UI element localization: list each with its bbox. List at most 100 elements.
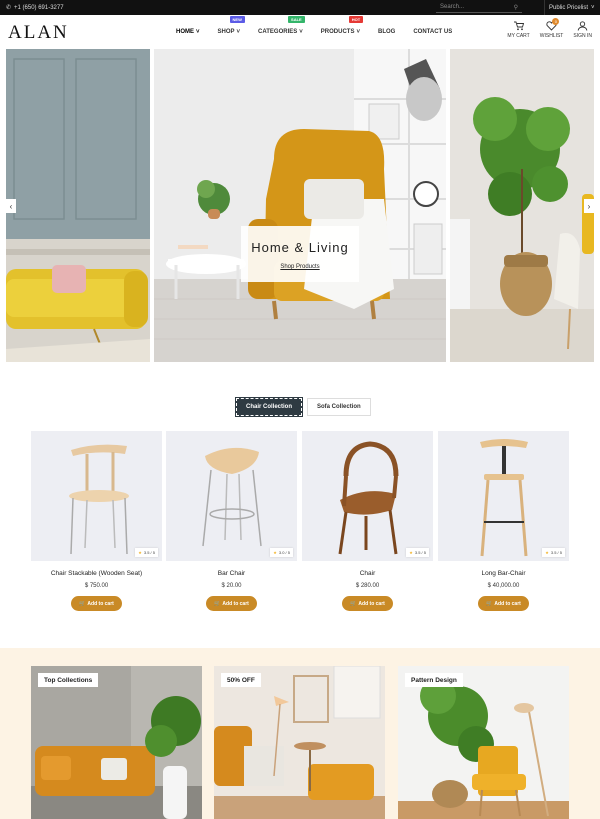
phone-icon: ✆ [6, 5, 12, 11]
nav-item-shop[interactable]: NEW SHOP ˅ [217, 16, 245, 35]
shop-products-link[interactable]: Shop Products [280, 264, 319, 270]
product-image[interactable]: ★ 3.5 / 5 [302, 431, 433, 561]
sale-badge: SALE [288, 16, 305, 23]
main-header: ALAN HOME ˅ NEW SHOP ˅ SALE CATEGORIES ˅… [0, 15, 600, 49]
hero-next-arrow[interactable]: › [584, 199, 594, 213]
chevron-right-icon: › [587, 201, 591, 211]
rating-badge: ★ 3.5 / 5 [135, 548, 158, 557]
cart-icon: 🛒 [79, 600, 86, 607]
rating-badge: ★ 3.5 / 5 [406, 548, 429, 557]
product-image[interactable]: ★ 3.5 / 5 [31, 431, 162, 561]
product-card[interactable]: ★ 3.0 / 5 Bar Chair $ 20.00 🛒 Add to cart [166, 431, 297, 611]
product-image[interactable]: ★ 3.0 / 5 [166, 431, 297, 561]
nav-label: HOME [176, 29, 194, 35]
product-name[interactable]: Bar Chair [166, 570, 297, 577]
search-placeholder: Search... [440, 4, 465, 10]
user-icon [577, 21, 588, 31]
site-logo[interactable]: ALAN [8, 22, 69, 44]
product-price: $ 280.00 [355, 583, 380, 589]
product-card[interactable]: ★ 3.5 / 5 Chair $ 280.00 🛒 Add to cart [302, 431, 433, 611]
cart-icon [514, 21, 525, 31]
search-icon[interactable]: ⚲ [514, 4, 518, 11]
yellow-armchair-image [154, 49, 446, 362]
rating-badge: ★ 3.0 / 5 [270, 548, 293, 557]
nav-item-blog[interactable]: BLOG [378, 29, 395, 35]
cart-icon: 🛒 [486, 600, 493, 607]
star-icon: ★ [409, 550, 413, 555]
product-name[interactable]: Long Bar-Chair [438, 570, 569, 577]
product-image[interactable]: ★ 3.5 / 5 [438, 431, 569, 561]
star-icon: ★ [545, 550, 549, 555]
pricelist-label: Public Pricelist [549, 4, 589, 11]
sign-in-button[interactable]: SIGN IN [573, 21, 592, 39]
product-card[interactable]: ★ 3.5 / 5 Chair Stackable (Wooden Seat) $… [31, 431, 162, 611]
nav-label: SHOP [217, 29, 235, 35]
collection-tabs: Chair Collection Sofa Collection [234, 397, 371, 417]
add-to-cart-button[interactable]: 🛒 Add to cart [478, 596, 529, 611]
hero-image-left [6, 49, 150, 362]
nav-label: BLOG [377, 29, 396, 35]
wishlist-count: 0 [552, 18, 560, 25]
long-bar-chair-image [479, 439, 528, 557]
plant-and-chair-image [450, 49, 594, 362]
bar-chair-image [201, 447, 262, 547]
product-card[interactable]: ★ 3.5 / 5 Long Bar-Chair $ 40,000.00 🛒 Add… [438, 431, 569, 611]
my-cart-button[interactable]: MY CART [507, 21, 530, 39]
nav-label: CATEGORIES [258, 29, 298, 35]
rating-value: 3.5 / 5 [414, 550, 426, 555]
promo-label: 50% OFF [221, 673, 261, 687]
tab-sofa-collection[interactable]: Sofa Collection [307, 398, 371, 416]
hero-slider: ‹ › Home & Living Shop Products [6, 49, 594, 362]
rating-value: 3.5 / 5 [550, 550, 562, 555]
orange-sofa-image [31, 666, 202, 819]
living-room-sale-image [214, 666, 385, 819]
promo-label: Pattern Design [405, 673, 463, 687]
nav-item-contact[interactable]: CONTACT US [413, 29, 452, 35]
nav-item-categories[interactable]: SALE CATEGORIES ˅ [258, 16, 305, 35]
rating-badge: ★ 3.5 / 5 [542, 548, 565, 557]
chevron-left-icon: ‹ [9, 201, 13, 211]
header-icons: MY CART 0 WISHLIST SIGN IN [507, 18, 592, 39]
nav-label: CONTACT US [413, 29, 453, 35]
chevron-down-icon: ˅ [299, 29, 303, 35]
promo-tile-top-collections[interactable]: Top Collections [31, 666, 202, 819]
wishlist-button[interactable]: 0 WISHLIST [539, 18, 564, 39]
product-price: $ 750.00 [84, 583, 109, 589]
chevron-down-icon: ˅ [196, 29, 200, 35]
top-bar: ✆ +1 (650) 691-3277 Search... ⚲ Public P… [0, 0, 600, 15]
pricelist-dropdown[interactable]: Public Pricelist ˅ [544, 0, 595, 15]
promo-label: Top Collections [38, 673, 99, 687]
nav-item-products[interactable]: HOT PRODUCTS ˅ [321, 16, 364, 35]
phone-contact[interactable]: ✆ +1 (650) 691-3277 [6, 4, 64, 12]
signin-label: SIGN IN [573, 33, 592, 39]
search-input[interactable]: Search... ⚲ [436, 2, 522, 13]
promo-tile-sale[interactable]: 50% OFF [214, 666, 385, 819]
promo-section: Top Collections 50% OFF Pattern Design [0, 648, 600, 819]
nav-item-home[interactable]: HOME ˅ [176, 29, 200, 35]
rating-value: 3.5 / 5 [143, 550, 155, 555]
cart-icon: 🛒 [350, 600, 357, 607]
star-icon: ★ [273, 550, 277, 555]
wooden-chair-image [338, 441, 398, 555]
add-to-cart-button[interactable]: 🛒 Add to cart [206, 596, 257, 611]
promo-tile-pattern-design[interactable]: Pattern Design [398, 666, 569, 819]
hero-prev-arrow[interactable]: ‹ [6, 199, 16, 213]
chevron-down-icon: ˅ [591, 4, 595, 11]
add-to-cart-button[interactable]: 🛒 Add to cart [342, 596, 393, 611]
stackable-chair-image [68, 444, 129, 555]
add-to-cart-button[interactable]: 🛒 Add to cart [71, 596, 122, 611]
rating-value: 3.0 / 5 [278, 550, 290, 555]
tab-chair-collection[interactable]: Chair Collection [234, 397, 304, 417]
product-name[interactable]: Chair Stackable (Wooden Seat) [31, 570, 162, 577]
product-price: $ 20.00 [221, 583, 242, 589]
hero-image-center [154, 49, 446, 362]
wishlist-label: WISHLIST [539, 33, 564, 39]
product-name[interactable]: Chair [302, 570, 433, 577]
cart-icon: 🛒 [214, 600, 221, 607]
add-to-cart-label: Add to cart [494, 600, 521, 607]
hero-title: Home & Living [251, 240, 349, 255]
phone-number: +1 (650) 691-3277 [14, 4, 64, 11]
product-price: $ 40,000.00 [487, 583, 520, 589]
new-badge: NEW [229, 16, 245, 23]
cart-label: MY CART [507, 33, 530, 39]
